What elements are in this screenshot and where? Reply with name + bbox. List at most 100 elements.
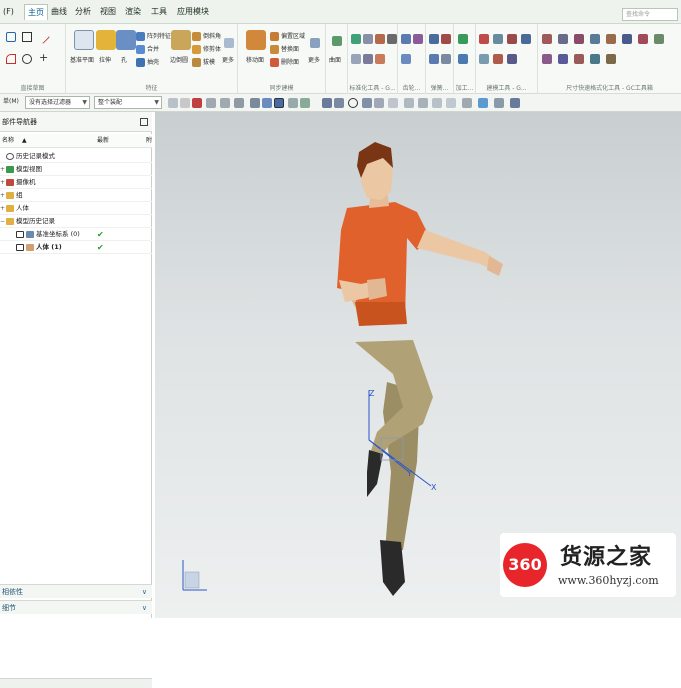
snap-icon[interactable]: [192, 98, 202, 108]
std-tool-icon[interactable]: [351, 54, 361, 64]
tree-row-human[interactable]: + 人体: [0, 202, 152, 215]
scope-select[interactable]: 整个装配 ▼: [94, 96, 162, 109]
rectangle-icon[interactable]: [22, 32, 32, 42]
machining-icon[interactable]: [458, 54, 468, 64]
dimension-tool-icon[interactable]: [574, 34, 584, 44]
snap-icon[interactable]: [374, 98, 384, 108]
std-tool-icon[interactable]: [375, 34, 385, 44]
extrude-icon[interactable]: [96, 30, 116, 50]
move-face-icon[interactable]: [246, 30, 266, 50]
snap-icon[interactable]: [362, 98, 372, 108]
snap-icon[interactable]: [206, 98, 216, 108]
std-tool-icon[interactable]: [387, 34, 397, 44]
expand-icon[interactable]: +: [0, 202, 5, 215]
modeling-tool-icon[interactable]: [493, 34, 503, 44]
snap-icon[interactable]: [334, 98, 344, 108]
chamfer-button[interactable]: 倒斜角: [192, 31, 221, 41]
tree-row-human-body[interactable]: 人体 (1) ✔: [0, 241, 152, 254]
snap-icon[interactable]: [388, 98, 398, 108]
view-icon[interactable]: [446, 98, 456, 108]
expand-icon[interactable]: +: [0, 189, 5, 202]
point-icon[interactable]: +: [39, 51, 48, 64]
gear-icon[interactable]: [401, 34, 411, 44]
dimension-tool-icon[interactable]: [622, 34, 632, 44]
tree-row-model-history[interactable]: − 模型历史记录: [0, 215, 152, 228]
tree-row-history-mode[interactable]: 历史记录模式: [0, 150, 152, 163]
tab-analysis[interactable]: 分析: [72, 4, 94, 20]
more-sync-button[interactable]: 更多: [308, 55, 320, 64]
offset-region-button[interactable]: 偏置区域: [270, 31, 305, 41]
dimension-tool-icon[interactable]: [542, 34, 552, 44]
snap-icon[interactable]: [348, 98, 358, 108]
circle-icon[interactable]: [22, 54, 32, 64]
datum-plane-icon[interactable]: [74, 30, 94, 50]
expand-icon[interactable]: +: [0, 163, 5, 176]
snap-icon[interactable]: [250, 98, 260, 108]
profile-icon[interactable]: [6, 32, 16, 42]
tab-home[interactable]: 主页: [24, 4, 48, 20]
std-tool-icon[interactable]: [375, 54, 385, 64]
std-tool-icon[interactable]: [363, 34, 373, 44]
dimension-tool-icon[interactable]: [574, 54, 584, 64]
gear-icon[interactable]: [401, 54, 411, 64]
machining-icon[interactable]: [458, 34, 468, 44]
checkbox-icon[interactable]: [16, 231, 24, 238]
tab-render[interactable]: 渲染: [122, 4, 144, 20]
trim-body-button[interactable]: 修剪体: [192, 44, 221, 54]
std-tool-icon[interactable]: [351, 34, 361, 44]
snap-icon[interactable]: [274, 98, 284, 108]
details-panel[interactable]: 细节 ∨: [0, 600, 152, 614]
dimension-tool-icon[interactable]: [558, 54, 568, 64]
horizontal-scrollbar[interactable]: [0, 678, 152, 688]
array-feature-button[interactable]: 阵列特征: [136, 31, 171, 41]
dimension-tool-icon[interactable]: [590, 54, 600, 64]
view-icon[interactable]: [494, 98, 504, 108]
tree-row-groups[interactable]: + 组: [0, 189, 152, 202]
dimension-tool-icon[interactable]: [542, 54, 552, 64]
more-features-icon[interactable]: [224, 38, 234, 48]
collapse-icon[interactable]: −: [0, 215, 5, 228]
dimension-tool-icon[interactable]: [606, 54, 616, 64]
menu-button[interactable]: 单(M): [0, 96, 22, 109]
hole-button[interactable]: 孔: [121, 55, 127, 64]
modeling-tool-icon[interactable]: [507, 54, 517, 64]
dependencies-panel[interactable]: 相依性 ∨: [0, 584, 152, 598]
snap-icon[interactable]: [220, 98, 230, 108]
surface-button[interactable]: 曲面: [329, 55, 341, 64]
expand-icon[interactable]: +: [0, 176, 5, 189]
delete-face-button[interactable]: 删除面: [270, 57, 299, 67]
hole-icon[interactable]: [116, 30, 136, 50]
move-face-button[interactable]: 移动面: [246, 55, 264, 64]
dimension-tool-icon[interactable]: [558, 34, 568, 44]
dimension-tool-icon[interactable]: [606, 34, 616, 44]
snap-icon[interactable]: [288, 98, 298, 108]
dimension-tool-icon[interactable]: [654, 34, 664, 44]
modeling-tool-icon[interactable]: [507, 34, 517, 44]
extrude-button[interactable]: 拉伸: [99, 55, 111, 64]
file-menu[interactable]: (F): [0, 4, 17, 20]
snap-icon[interactable]: [300, 98, 310, 108]
surface-icon[interactable]: [332, 36, 342, 46]
spring-icon[interactable]: [441, 54, 451, 64]
maximize-icon[interactable]: [140, 118, 148, 126]
view-icon[interactable]: [510, 98, 520, 108]
line-icon[interactable]: [35, 29, 51, 45]
modeling-tool-icon[interactable]: [479, 34, 489, 44]
view-icon[interactable]: [432, 98, 442, 108]
snap-icon[interactable]: [234, 98, 244, 108]
replace-face-button[interactable]: 替换面: [270, 44, 299, 54]
more-sync-icon[interactable]: [310, 38, 320, 48]
snap-icon[interactable]: [322, 98, 332, 108]
edge-blend-button[interactable]: 边倒圆: [170, 55, 188, 64]
snap-icon[interactable]: [168, 98, 178, 108]
tree-row-cameras[interactable]: + 摄像机: [0, 176, 152, 189]
view-icon[interactable]: [462, 98, 472, 108]
snap-icon[interactable]: [262, 98, 272, 108]
std-tool-icon[interactable]: [363, 54, 373, 64]
tab-view[interactable]: 视图: [97, 4, 119, 20]
tab-applications[interactable]: 应用模块: [174, 4, 212, 20]
view-icon[interactable]: [404, 98, 414, 108]
draft-button[interactable]: 拔模: [192, 57, 215, 67]
edge-blend-icon[interactable]: [171, 30, 191, 50]
gear-icon[interactable]: [413, 34, 423, 44]
